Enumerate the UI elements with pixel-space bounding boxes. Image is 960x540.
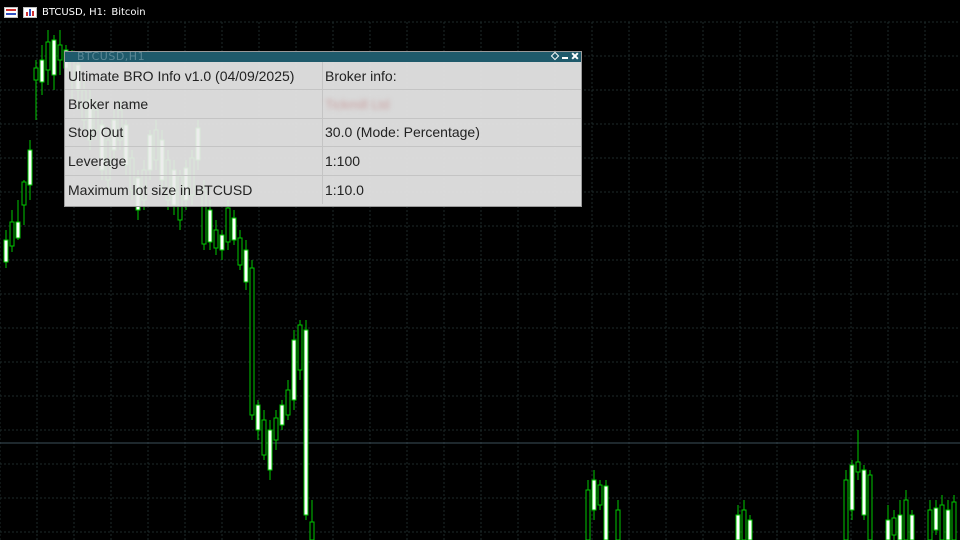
candle-body <box>267 429 273 471</box>
candle-body <box>9 221 15 247</box>
candle-body <box>15 221 21 239</box>
candle-body <box>21 181 27 206</box>
minimize-icon[interactable] <box>561 52 569 60</box>
info-row: Maximum lot size in BTCUSD 1:10.0 <box>65 175 581 204</box>
candle-body <box>867 474 873 540</box>
candle-body <box>909 514 915 540</box>
candle-body <box>285 389 291 416</box>
candle-body <box>57 44 63 61</box>
chart-header: BTCUSD, H1: Bitcoin <box>4 4 146 20</box>
candle-body <box>945 509 951 540</box>
candle-body <box>219 234 225 251</box>
info-label: Broker name <box>65 90 323 118</box>
candle-body <box>897 514 903 540</box>
candle-body <box>735 514 741 540</box>
candle-body <box>255 404 261 431</box>
info-row: Leverage 1:100 <box>65 147 581 176</box>
candle-body <box>51 39 57 76</box>
info-value: Broker info: <box>325 67 397 84</box>
candle-body <box>243 249 249 283</box>
info-label: Ultimate BRO Info v1.0 (04/09/2025) <box>65 62 323 90</box>
candle-body <box>45 41 51 71</box>
candle-body <box>597 484 603 506</box>
candle-body <box>291 339 297 401</box>
grid-icon[interactable] <box>4 6 18 18</box>
candle-body <box>237 237 243 266</box>
candle-body <box>225 207 231 243</box>
candle-body <box>297 324 303 371</box>
candle-body <box>207 209 213 243</box>
candle-body <box>591 479 597 511</box>
broker-info-panel[interactable]: BTCUSD,H1 Ultimate BRO Info v1.0 (04/09/… <box>64 50 582 207</box>
candle-body <box>843 479 849 540</box>
candle-body <box>249 267 255 416</box>
info-value: 1:100 <box>325 152 361 169</box>
close-icon[interactable] <box>571 52 579 60</box>
candle-body <box>933 507 939 531</box>
pin-icon[interactable] <box>551 52 559 60</box>
candle-body <box>885 519 891 540</box>
info-table: Ultimate BRO Info v1.0 (04/09/2025) Brok… <box>65 62 581 204</box>
candle-body <box>309 521 315 540</box>
candle-body <box>741 509 747 540</box>
info-value: Tickmill Ltd <box>323 90 581 117</box>
candle-body <box>39 59 45 83</box>
panel-titlebar[interactable]: BTCUSD,H1 <box>65 50 581 63</box>
candle-body <box>861 469 867 516</box>
candle-body <box>303 329 309 516</box>
candle-body <box>585 489 591 540</box>
candle-body <box>849 464 855 511</box>
info-label: Leverage <box>65 147 323 175</box>
candle-body <box>939 504 945 540</box>
info-value: 1:10.0 <box>325 181 364 198</box>
candle-body <box>33 67 39 81</box>
info-value: 30.0 (Mode: Percentage) <box>325 124 480 141</box>
candle-body <box>261 419 267 456</box>
candle-body <box>747 519 753 540</box>
candle-body <box>27 149 33 186</box>
candle-body <box>273 417 279 441</box>
candle-body <box>951 501 957 540</box>
bar-chart-icon[interactable] <box>23 6 37 18</box>
candle-body <box>213 229 219 249</box>
candle-body <box>891 517 897 536</box>
info-label: Stop Out <box>65 118 323 147</box>
chart-description: Bitcoin <box>111 6 146 18</box>
info-row: Ultimate BRO Info v1.0 (04/09/2025) Brok… <box>65 62 581 91</box>
candle-body <box>279 404 285 426</box>
candle-body <box>603 485 609 540</box>
candle-body <box>231 217 237 241</box>
candle-body <box>3 239 9 263</box>
candle-body <box>903 499 909 540</box>
broker-name-blurred: Tickmill Ltd <box>325 96 390 112</box>
info-label: Maximum lot size in BTCUSD <box>65 175 323 204</box>
info-row: Stop Out 30.0 (Mode: Percentage) <box>65 118 581 148</box>
candle-body <box>927 509 933 540</box>
chart-symbol: BTCUSD, H1: <box>42 6 107 18</box>
candle-body <box>615 509 621 540</box>
info-row: Broker name Tickmill Ltd <box>65 90 581 119</box>
candle-body <box>855 461 861 473</box>
